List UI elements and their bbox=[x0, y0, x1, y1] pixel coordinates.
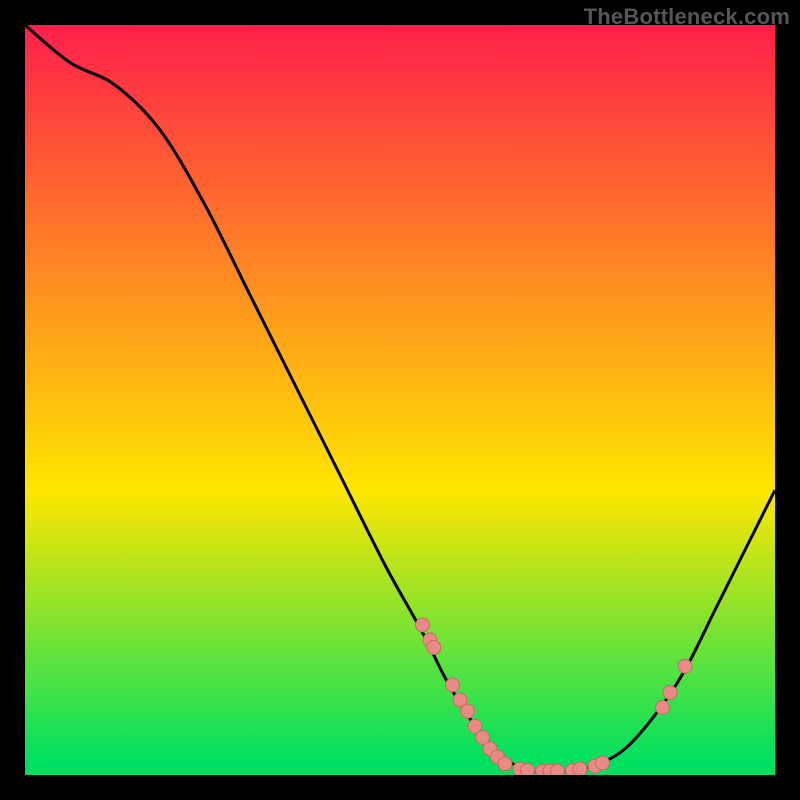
bottleneck-valley-chart bbox=[25, 25, 775, 775]
curve-marker bbox=[573, 762, 587, 775]
curve-marker bbox=[461, 704, 475, 718]
gradient-background bbox=[25, 25, 775, 775]
curve-marker bbox=[551, 764, 565, 775]
curve-marker bbox=[663, 686, 677, 700]
curve-marker bbox=[446, 678, 460, 692]
curve-marker bbox=[416, 618, 430, 632]
curve-marker bbox=[498, 757, 512, 771]
curve-marker bbox=[427, 641, 441, 655]
curve-marker bbox=[678, 659, 692, 673]
curve-marker bbox=[596, 756, 610, 770]
curve-marker bbox=[521, 764, 535, 776]
chart-frame: TheBottleneck.com bbox=[0, 0, 800, 800]
curve-marker bbox=[656, 701, 670, 715]
